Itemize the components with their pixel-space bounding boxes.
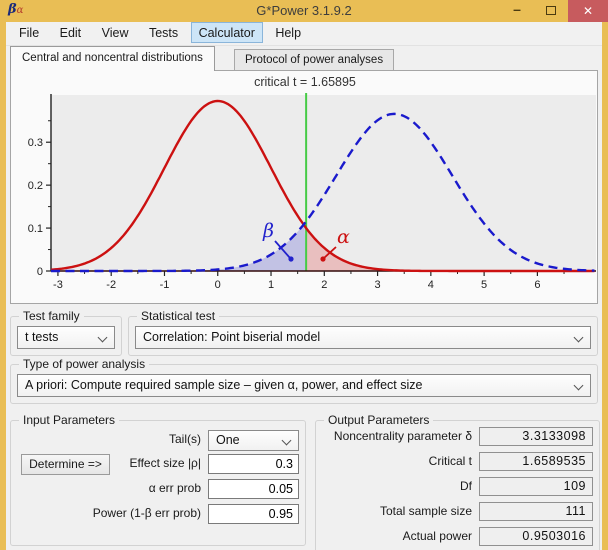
power-row: Power (1-β err prob) <box>11 504 305 524</box>
chevron-down-icon <box>98 333 108 343</box>
close-button[interactable]: ✕ <box>568 0 608 22</box>
minimize-icon: – <box>513 1 521 17</box>
distribution-plot-panel: -3 -2 -1 0 1 2 3 4 5 6 0 0.1 0.2 0.3 β α critical t = 1.… <box>10 70 598 304</box>
tails-dropdown[interactable]: One <box>208 430 299 451</box>
svg-text:2: 2 <box>321 279 327 291</box>
power-label: Power (1-β err prob) <box>11 506 201 520</box>
noncentrality-value: 3.3133098 <box>479 427 593 446</box>
total-sample-size-value: 111 <box>479 502 593 521</box>
power-analysis-label: Type of power analysis <box>19 357 149 371</box>
svg-text:3: 3 <box>375 279 381 291</box>
input-parameters-label: Input Parameters <box>19 413 119 427</box>
test-family-group: Test family t tests <box>10 316 122 356</box>
tab-protocol-of-power-analyses[interactable]: Protocol of power analyses <box>234 49 394 71</box>
chevron-down-icon <box>574 381 584 391</box>
input-parameters-group: Input Parameters Tail(s) One Determine =… <box>10 420 306 546</box>
menu-item-help[interactable]: Help <box>267 22 309 43</box>
chevron-down-icon <box>282 436 292 446</box>
test-family-label: Test family <box>19 309 84 323</box>
menu-item-view[interactable]: View <box>94 22 137 43</box>
distribution-plot: -3 -2 -1 0 1 2 3 4 5 6 0 0.1 0.2 0.3 β α critical t = 1.… <box>11 71 597 303</box>
power-analysis-dropdown[interactable]: A priori: Compute required sample size –… <box>17 374 591 397</box>
svg-text:-2: -2 <box>106 279 116 291</box>
tails-row: Tail(s) One <box>11 430 305 450</box>
df-value: 109 <box>479 477 593 496</box>
client-area: File Edit View Tests Calculator Help Cen… <box>6 22 602 550</box>
test-family-value: t tests <box>25 330 58 344</box>
alpha-err-prob-row: α err prob <box>11 479 305 499</box>
menu-item-tests[interactable]: Tests <box>141 22 186 43</box>
effect-size-row: Effect size |ρ| <box>11 454 305 474</box>
power-input[interactable] <box>208 504 299 524</box>
svg-text:0: 0 <box>37 266 43 278</box>
tab-central-noncentral-distributions[interactable]: Central and noncentral distributions <box>10 46 215 71</box>
tails-value: One <box>216 433 240 447</box>
minimize-button[interactable]: – <box>502 0 532 22</box>
app-window: βα G*Power 3.1.9.2 – ✕ File Edit View Te… <box>0 0 608 550</box>
total-sample-size-row: Total sample size 111 <box>316 502 599 522</box>
effect-size-input[interactable] <box>208 454 299 474</box>
output-parameters-group: Output Parameters Noncentrality paramete… <box>315 420 600 550</box>
svg-text:-1: -1 <box>160 279 170 291</box>
actual-power-value: 0.9503016 <box>479 527 593 546</box>
svg-text:β: β <box>262 220 274 242</box>
df-label: Df <box>316 479 472 493</box>
svg-text:-3: -3 <box>53 279 63 291</box>
svg-text:1: 1 <box>268 279 274 291</box>
svg-text:α: α <box>337 226 350 248</box>
svg-text:5: 5 <box>481 279 487 291</box>
menu-bar: File Edit View Tests Calculator Help <box>6 22 602 46</box>
power-analysis-group: Type of power analysis A priori: Compute… <box>10 364 598 404</box>
statistical-test-group: Statistical test Correlation: Point bise… <box>128 316 598 356</box>
title-bar: βα G*Power 3.1.9.2 – ✕ <box>0 0 608 22</box>
menu-item-edit[interactable]: Edit <box>52 22 90 43</box>
svg-text:0.2: 0.2 <box>28 180 43 192</box>
critical-t-row: Critical t 1.6589535 <box>316 452 599 472</box>
alpha-err-prob-label: α err prob <box>11 481 201 495</box>
svg-text:4: 4 <box>428 279 434 291</box>
tails-label: Tail(s) <box>11 432 201 446</box>
menu-item-calculator[interactable]: Calculator <box>191 22 263 43</box>
test-family-dropdown[interactable]: t tests <box>17 326 115 349</box>
svg-text:critical t = 1.65895: critical t = 1.65895 <box>254 75 356 89</box>
total-sample-size-label: Total sample size <box>316 504 472 518</box>
effect-size-label: Effect size |ρ| <box>11 456 201 470</box>
chevron-down-icon <box>574 333 584 343</box>
maximize-button[interactable] <box>536 0 566 22</box>
statistical-test-value: Correlation: Point biserial model <box>143 330 320 344</box>
actual-power-label: Actual power <box>316 529 472 543</box>
alpha-err-prob-input[interactable] <box>208 479 299 499</box>
statistical-test-dropdown[interactable]: Correlation: Point biserial model <box>135 326 591 349</box>
statistical-test-label: Statistical test <box>137 309 219 323</box>
maximize-icon <box>546 6 556 15</box>
noncentrality-label: Noncentrality parameter δ <box>316 429 472 443</box>
svg-text:0.3: 0.3 <box>28 137 43 149</box>
svg-text:6: 6 <box>534 279 540 291</box>
actual-power-row: Actual power 0.9503016 <box>316 527 599 547</box>
svg-text:0.1: 0.1 <box>28 223 43 235</box>
noncentrality-row: Noncentrality parameter δ 3.3133098 <box>316 427 599 447</box>
menu-item-file[interactable]: File <box>11 22 47 43</box>
critical-t-label: Critical t <box>316 454 472 468</box>
power-analysis-value: A priori: Compute required sample size –… <box>25 378 422 392</box>
output-parameters-label: Output Parameters <box>324 413 433 427</box>
df-row: Df 109 <box>316 477 599 497</box>
close-icon: ✕ <box>583 4 593 18</box>
critical-t-value: 1.6589535 <box>479 452 593 471</box>
svg-text:0: 0 <box>215 279 221 291</box>
